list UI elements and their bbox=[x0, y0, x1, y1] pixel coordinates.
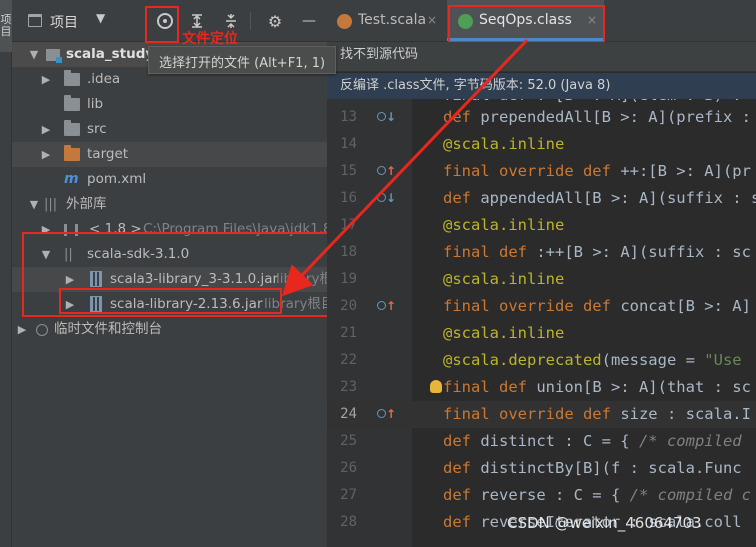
code-line: final override def ++:[B >: A](pr bbox=[443, 162, 751, 180]
source-not-found-banner: 找不到源代码 bbox=[327, 42, 756, 72]
ide-window: 项目 项目 ▼ ⚙ — ▼ scala_study ▶ .idea lib ▶ … bbox=[0, 0, 756, 547]
overrides-icon[interactable]: ↑ bbox=[377, 401, 397, 428]
project-tool-tab[interactable]: 项目 bbox=[0, 0, 12, 52]
code-line: def distinctBy[B](f : scala.Func bbox=[443, 459, 742, 477]
tree-item-src[interactable]: ▶ src bbox=[12, 117, 327, 142]
code-area[interactable]: final def :+[B >: A](elem : B) :def prep… bbox=[412, 99, 756, 547]
scala-file-icon bbox=[337, 14, 352, 29]
tree-item-label: target bbox=[87, 146, 129, 162]
code-line: @scala.inline bbox=[443, 135, 565, 153]
code-line: @scala.inline bbox=[443, 270, 565, 288]
line-number: 21 bbox=[340, 325, 357, 341]
chevron-down-icon[interactable]: ▼ bbox=[28, 192, 40, 217]
folder-icon bbox=[64, 120, 80, 136]
line-number: 18 bbox=[340, 244, 357, 260]
code-line: def reverse : C = { /* compiled c bbox=[443, 486, 751, 504]
tree-item-label: 外部库 bbox=[66, 196, 107, 212]
code-line: def appendedAll[B >: A](suffix : s bbox=[443, 189, 756, 207]
close-icon[interactable]: × bbox=[427, 0, 437, 41]
tree-item-label: pom.xml bbox=[87, 171, 147, 187]
expand-all-icon bbox=[192, 14, 202, 28]
folder-icon bbox=[64, 95, 80, 111]
annotation-box-tab bbox=[448, 5, 605, 43]
folder-icon bbox=[64, 70, 80, 86]
excluded-folder-icon bbox=[64, 145, 80, 161]
scratch-icon bbox=[36, 324, 48, 336]
library-icon: ||| bbox=[44, 197, 58, 212]
tab-label: Test.scala bbox=[358, 12, 427, 28]
annotation-label-locate: 文件定位 bbox=[182, 31, 238, 47]
tree-item-pom[interactable]: m pom.xml bbox=[12, 167, 327, 192]
implemented-icon[interactable]: ↓ bbox=[377, 185, 397, 212]
tree-item-label: .idea bbox=[87, 71, 121, 87]
line-number: 27 bbox=[340, 487, 357, 503]
line-number: 15 bbox=[340, 163, 357, 179]
editor-panel: Test.scala × SeqOps.class × 找不到源代码 反编译 .… bbox=[327, 0, 756, 547]
editor-gutter: 13 ↓ 14 15 ↑ 16 ↓ 17 18 19 20 ↑ 21 22 23 24 ↑ 25 26 27 28 bbox=[327, 99, 442, 547]
line-number: 13 bbox=[340, 109, 357, 125]
chevron-right-icon[interactable]: ▶ bbox=[40, 142, 52, 167]
tree-item-label: lib bbox=[87, 96, 104, 112]
tree-item-external-libraries[interactable]: ▼ ||| 外部库 bbox=[12, 192, 327, 217]
gear-icon[interactable]: ⚙ bbox=[264, 10, 286, 32]
locate-tooltip: 选择打开的文件 (Alt+F1, 1) bbox=[148, 46, 336, 74]
line-number: 25 bbox=[340, 433, 357, 449]
overrides-icon[interactable]: ↑ bbox=[377, 158, 397, 185]
line-number: 24 bbox=[340, 406, 357, 422]
code-line: @scala.deprecated(message = "Use bbox=[443, 351, 742, 369]
code-line: @scala.inline bbox=[443, 324, 565, 342]
chevron-down-icon[interactable]: ▼ bbox=[28, 42, 40, 67]
annotation-box-locate bbox=[145, 6, 179, 43]
line-number: 14 bbox=[340, 136, 357, 152]
chevron-right-icon[interactable]: ▶ bbox=[40, 67, 52, 92]
project-window-icon bbox=[28, 14, 42, 27]
chevron-right-icon[interactable]: ▶ bbox=[40, 117, 52, 142]
code-line: def distinct : C = { /* compiled bbox=[443, 432, 742, 450]
implemented-icon[interactable]: ↓ bbox=[377, 104, 397, 131]
tree-item-label: scala_study bbox=[66, 46, 155, 62]
line-number: 28 bbox=[340, 514, 357, 530]
line-number: 20 bbox=[340, 298, 357, 314]
tree-item-label: 临时文件和控制台 bbox=[54, 321, 162, 337]
project-panel: 项目 ▼ ⚙ — ▼ scala_study ▶ .idea lib ▶ src… bbox=[12, 0, 329, 547]
line-number: 23 bbox=[340, 379, 357, 395]
collapse-all-icon bbox=[226, 14, 236, 28]
line-number: 17 bbox=[340, 217, 357, 233]
module-folder-icon bbox=[46, 49, 62, 63]
tree-item-lib[interactable]: lib bbox=[12, 92, 327, 117]
tree-item-target[interactable]: ▶ target bbox=[12, 142, 327, 167]
annotation-box-scala-library bbox=[59, 288, 282, 314]
maven-icon: m bbox=[64, 171, 79, 187]
decompiled-banner: 反编译 .class文件, 字节码版本: 52.0 (Java 8) bbox=[327, 73, 756, 99]
code-line: final def union[B >: A](that : sc bbox=[443, 378, 751, 396]
code-line: final override def size : scala.I bbox=[412, 401, 756, 428]
line-number: 22 bbox=[340, 352, 357, 368]
line-number: 16 bbox=[340, 190, 357, 206]
watermark: CSDN @weixin_46064703 bbox=[507, 514, 702, 532]
tab-test-scala[interactable]: Test.scala × bbox=[327, 0, 447, 41]
code-line: final def :++[B >: A](suffix : sc bbox=[443, 243, 751, 261]
tree-item-scratches[interactable]: ▶ 临时文件和控制台 bbox=[12, 317, 327, 342]
tree-item-label: src bbox=[87, 121, 107, 137]
minimize-icon[interactable]: — bbox=[298, 10, 320, 32]
toolbar-divider bbox=[250, 12, 251, 30]
chevron-right-icon[interactable]: ▶ bbox=[16, 317, 28, 342]
code-line: final override def concat[B >: A] bbox=[443, 297, 751, 315]
project-panel-title[interactable]: 项目 bbox=[50, 12, 78, 32]
overrides-icon[interactable]: ↑ bbox=[377, 293, 397, 320]
code-line: @scala.inline bbox=[443, 216, 565, 234]
code-line: def prependedAll[B >: A](prefix : bbox=[443, 108, 756, 126]
line-number: 26 bbox=[340, 460, 357, 476]
chevron-down-icon[interactable]: ▼ bbox=[96, 11, 105, 25]
left-tool-strip: 项目 bbox=[0, 0, 12, 547]
line-number: 19 bbox=[340, 271, 357, 287]
